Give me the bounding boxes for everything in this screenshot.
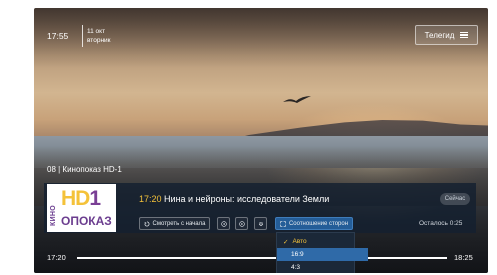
program-title: 17:20 Нина и нейроны: исследователи Земл…: [139, 194, 329, 204]
rewind-icon: [220, 220, 227, 227]
check-icon: ✓: [283, 238, 289, 246]
aspect-ratio-icon: [280, 220, 286, 227]
date: 11 окт вторник: [87, 27, 147, 45]
logo-pokaz-text: ОПОКАЗ: [61, 214, 112, 228]
program-name: Нина и нейроны: исследователи Земли: [164, 194, 330, 204]
forward-icon: [238, 220, 245, 227]
now-badge: Сейчас: [440, 193, 470, 205]
timeline-bar[interactable]: [77, 257, 447, 259]
settings-button[interactable]: [254, 217, 267, 230]
forward-button[interactable]: [235, 217, 248, 230]
watch-from-start-label: Смотреть с начала: [152, 220, 206, 227]
timeline-end: 18:25: [454, 253, 473, 262]
gear-icon: [258, 221, 263, 226]
tv-frame: 17:55 11 окт вторник Телегид 08 | Кинопо…: [34, 8, 488, 273]
rewind-button[interactable]: [217, 217, 230, 230]
aspect-ratio-menu: ✓ Авто 16:9 4:3: [276, 232, 368, 273]
screen: 17:55 11 окт вторник Телегид 08 | Кинопо…: [0, 0, 497, 275]
teleguide-label: Телегид: [424, 30, 455, 40]
menu-icon: [460, 31, 469, 39]
channel-number-name: 08 | Кинопоказ HD-1: [47, 165, 122, 174]
watch-from-start-button[interactable]: Смотреть с начала: [139, 217, 210, 230]
aspect-option-label: Авто: [292, 238, 307, 245]
aspect-ratio-label: Соотношение сторон: [288, 220, 349, 227]
timeline-start: 17:20: [47, 253, 66, 262]
clock-separator: [82, 25, 83, 47]
date-weekday: вторник: [87, 37, 111, 44]
channel-logo: КИНО HD1 ОПОКАЗ: [47, 184, 116, 232]
aspect-option-auto[interactable]: ✓ Авто: [277, 235, 360, 248]
aspect-option-label: 4:3: [291, 264, 301, 271]
remaining-time: Осталось 0:25: [419, 220, 463, 227]
aspect-option-label: 16:9: [291, 251, 304, 258]
teleguide-button[interactable]: Телегид: [415, 25, 478, 45]
aspect-option-4-3[interactable]: 4:3: [277, 261, 368, 273]
clock: 17:55: [47, 31, 69, 41]
date-day: 11 окт: [87, 28, 106, 35]
logo-hd-text: HD1: [61, 187, 101, 210]
aspect-option-16-9[interactable]: 16:9: [277, 248, 368, 261]
aspect-ratio-button[interactable]: Соотношение сторон: [275, 217, 353, 230]
program-start-time: 17:20: [139, 194, 162, 204]
restart-icon: [144, 221, 149, 226]
logo-kino-text: КИНО: [50, 204, 57, 226]
bird-icon: [283, 96, 311, 103]
